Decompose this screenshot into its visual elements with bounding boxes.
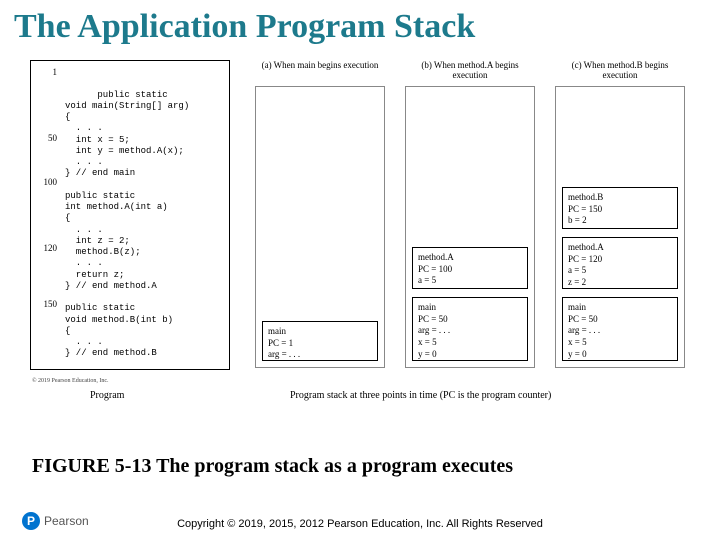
frame-label: method.A bbox=[418, 252, 522, 264]
program-caption: Program bbox=[90, 390, 124, 401]
frame-line: PC = 120 bbox=[568, 254, 672, 266]
frame-line: z = 2 bbox=[568, 277, 672, 289]
frame-line: PC = 50 bbox=[418, 314, 522, 326]
frame-line: y = 0 bbox=[418, 349, 522, 361]
slide-title: The Application Program Stack bbox=[0, 0, 720, 48]
figure-area: 150100120150 public static void main(Str… bbox=[30, 60, 690, 440]
frame-line: x = 5 bbox=[418, 337, 522, 349]
frame-line: PC = 1 bbox=[268, 338, 372, 350]
frame-line: arg = . . . bbox=[418, 325, 522, 337]
frame-c-main: main PC = 50 arg = . . . x = 5 y = 0 bbox=[562, 297, 678, 361]
stack-col-a: (a) When main begins execution main PC =… bbox=[255, 60, 385, 380]
frame-label: method.A bbox=[568, 242, 672, 254]
stack-a-box: main PC = 1 arg = . . . bbox=[255, 86, 385, 368]
gutter-number: 150 bbox=[44, 299, 58, 310]
stack-c-box: method.B PC = 150 b = 2 method.A PC = 12… bbox=[555, 86, 685, 368]
gutter-number: 1 bbox=[53, 67, 58, 78]
frame-label: main bbox=[268, 326, 372, 338]
frame-b-methodA: method.A PC = 100 a = 5 bbox=[412, 247, 528, 289]
stack-a-caption: (a) When main begins execution bbox=[255, 60, 385, 82]
stack-caption: Program stack at three points in time (P… bbox=[290, 390, 551, 401]
frame-label: main bbox=[418, 302, 522, 314]
frame-line: arg = . . . bbox=[268, 349, 372, 361]
stack-col-c: (c) When method.B begins execution metho… bbox=[555, 60, 685, 380]
frame-line: a = 5 bbox=[568, 265, 672, 277]
frame-b-main: main PC = 50 arg = . . . x = 5 y = 0 bbox=[412, 297, 528, 361]
frame-line: b = 2 bbox=[568, 215, 672, 227]
frame-c-methodB: method.B PC = 150 b = 2 bbox=[562, 187, 678, 229]
frame-line: arg = . . . bbox=[568, 325, 672, 337]
frame-line: y = 0 bbox=[568, 349, 672, 361]
stack-c-caption: (c) When method.B begins execution bbox=[555, 60, 685, 82]
frame-label: method.B bbox=[568, 192, 672, 204]
frame-line: PC = 100 bbox=[418, 264, 522, 276]
stack-b-caption: (b) When method.A begins execution bbox=[405, 60, 535, 82]
gutter-number: 100 bbox=[44, 177, 58, 188]
gutter-number: 50 bbox=[48, 133, 57, 144]
frame-c-methodA: method.A PC = 120 a = 5 z = 2 bbox=[562, 237, 678, 289]
code-frame: 150100120150 public static void main(Str… bbox=[30, 60, 230, 370]
code-text: public static void main(String[] arg) { … bbox=[65, 90, 189, 359]
frame-a-main: main PC = 1 arg = . . . bbox=[262, 321, 378, 361]
frame-label: main bbox=[568, 302, 672, 314]
frame-line: x = 5 bbox=[568, 337, 672, 349]
code-column: 150100120150 public static void main(Str… bbox=[30, 60, 230, 380]
gutter-number: 120 bbox=[44, 243, 58, 254]
frame-line: PC = 50 bbox=[568, 314, 672, 326]
frame-line: a = 5 bbox=[418, 275, 522, 287]
figure-caption: FIGURE 5-13 The program stack as a progr… bbox=[32, 455, 513, 478]
stack-col-b: (b) When method.A begins execution metho… bbox=[405, 60, 535, 380]
frame-line: PC = 150 bbox=[568, 204, 672, 216]
micro-copyright: © 2019 Pearson Education, Inc. bbox=[32, 378, 109, 384]
copyright-footer: Copyright © 2019, 2015, 2012 Pearson Edu… bbox=[0, 518, 720, 530]
stack-b-box: method.A PC = 100 a = 5 main PC = 50 arg… bbox=[405, 86, 535, 368]
